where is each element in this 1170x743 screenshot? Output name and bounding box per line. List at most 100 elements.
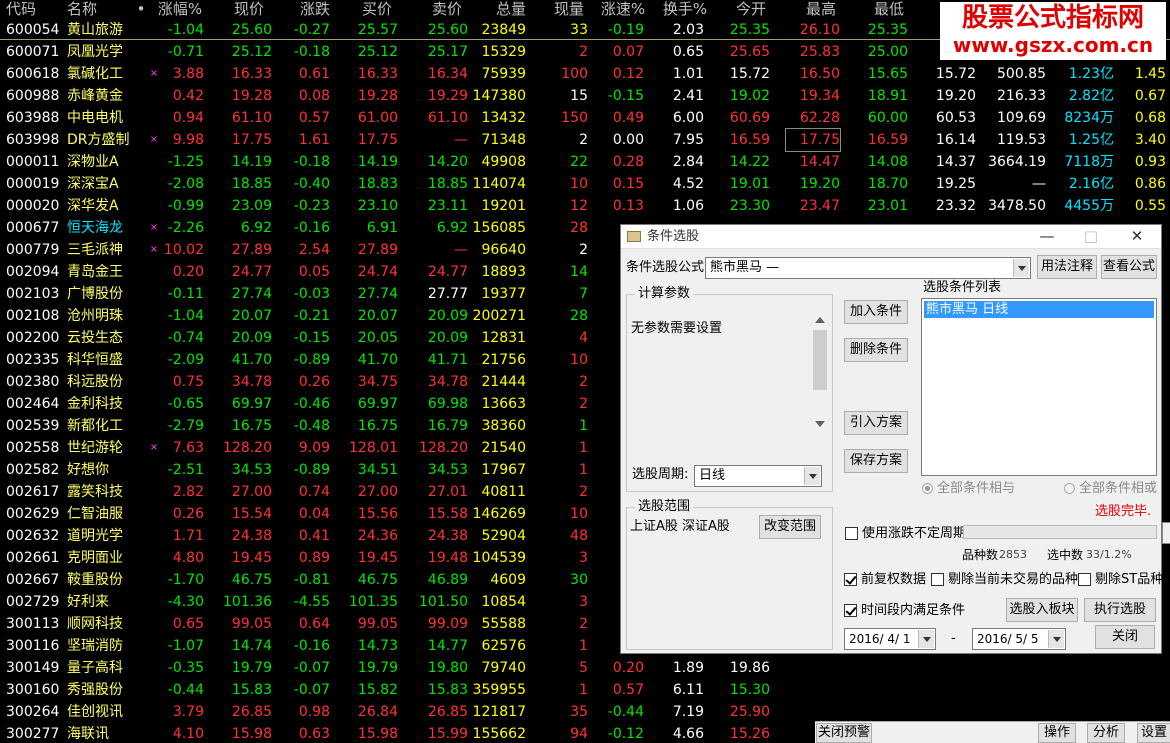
exclude-st-checkbox[interactable] [1078, 573, 1091, 586]
cell-cur: 12 [570, 198, 588, 214]
cell-name: 金利科技 [67, 396, 123, 412]
table-row[interactable]: 300160 秀强股份 -0.44 15.83 -0.07 15.82 15.83 35995… [0, 679, 1170, 701]
condition-list[interactable]: 熊市黑马 日线 [921, 298, 1157, 476]
save-plan-button[interactable]: 保存方案 [844, 449, 908, 473]
exclude-st-label: 剔除ST品种 [1095, 572, 1164, 587]
settings-button[interactable]: 设置 [1137, 723, 1170, 743]
cell-ask: — [454, 242, 468, 258]
params-scroll-thumb[interactable] [813, 330, 827, 390]
table-row[interactable]: 603988 中电电机 0.94 61.10 0.57 61.00 61.10 13432 15… [0, 107, 1170, 129]
date-to-picker[interactable]: 2016/ 5/ 5 [972, 628, 1066, 650]
cell-ask: 16.34 [427, 66, 468, 82]
cell-name: 深物业A [67, 154, 119, 170]
chevron-down-icon[interactable] [1013, 259, 1029, 277]
view-formula-button[interactable]: 查看公式 [1101, 255, 1157, 279]
cell-speed: 0.12 [612, 66, 644, 82]
cell-turn: 2.84 [672, 154, 704, 170]
header-cur-vol[interactable]: 现量 [546, 0, 592, 20]
table-row[interactable]: 600618 氯碱化工 × 3.88 16.33 0.61 16.33 16.34 75939 1… [0, 63, 1170, 85]
cell-code: 600071 [6, 44, 60, 60]
cell-change: 0.41 [298, 528, 330, 544]
table-row[interactable]: 000019 深深宝A -2.08 18.85 -0.40 18.83 18.85 11407… [0, 173, 1170, 195]
cell-change: 0.63 [298, 726, 330, 742]
table-row[interactable]: 600988 赤峰黄金 0.42 19.28 0.08 19.28 19.29 147380 1… [0, 85, 1170, 107]
cell-name: 道明光学 [67, 528, 123, 544]
header-change[interactable]: 涨跌 [288, 0, 342, 20]
header-bid[interactable]: 买价 [350, 0, 404, 20]
chevron-down-icon[interactable] [918, 630, 934, 648]
header-low[interactable]: 最低 [864, 0, 914, 20]
cell-pct: 3.79 [172, 704, 204, 720]
cell-open: 16.59 [729, 132, 770, 148]
cell-name: 露笑科技 [67, 484, 123, 500]
cell-price: 15.54 [231, 506, 272, 522]
table-row[interactable]: 000020 深华发A -0.99 23.09 -0.23 23.10 23.11 19201… [0, 195, 1170, 217]
close-button[interactable]: 关闭 [1095, 625, 1155, 649]
execute-selection-button[interactable]: 执行选股 [1084, 598, 1156, 622]
cell-code: 002103 [6, 286, 60, 302]
close-alert-button[interactable]: 关闭预警 [816, 723, 872, 743]
use-variable-period-checkbox[interactable] [845, 527, 858, 540]
dialog-titlebar[interactable]: 条件选股 — □ ✕ [621, 225, 1161, 249]
add-condition-button[interactable]: 加入条件 [844, 300, 908, 324]
change-scope-button[interactable]: 改变范围 [759, 515, 821, 539]
cell-change: -0.16 [293, 638, 330, 654]
ops-button[interactable]: 操作 [1038, 723, 1076, 743]
params-scrollbar[interactable] [812, 315, 828, 433]
cell-price: 14.74 [231, 638, 272, 654]
table-row[interactable]: 300264 佳创视讯 3.79 26.85 0.98 26.84 26.85 121817 3… [0, 701, 1170, 723]
cell-change: 0.26 [298, 374, 330, 390]
table-row[interactable]: 000011 深物业A -1.25 14.19 -0.18 14.19 14.20 49908… [0, 151, 1170, 173]
radio-or[interactable] [1064, 483, 1075, 494]
close-icon[interactable]: ✕ [1115, 225, 1159, 248]
delete-condition-button[interactable]: 删除条件 [844, 338, 908, 362]
header-pct[interactable]: 涨幅% [152, 0, 208, 20]
radio-and[interactable] [922, 483, 933, 494]
cell-price: 18.85 [231, 176, 272, 192]
chevron-down-icon[interactable] [804, 467, 820, 485]
header-high[interactable]: 最高 [796, 0, 846, 20]
header-turnover[interactable]: 换手% [658, 0, 712, 20]
header-code[interactable]: 代码 [6, 0, 56, 20]
header-price[interactable]: 现价 [222, 0, 276, 20]
import-plan-button[interactable]: 引入方案 [844, 411, 908, 435]
date-from-picker[interactable]: 2016/ 4/ 1 [844, 628, 936, 650]
time-range-checkbox[interactable] [844, 604, 857, 617]
header-volume[interactable]: 总量 [484, 0, 538, 20]
cell-cur: 35 [570, 704, 588, 720]
exclude-untraded-checkbox[interactable] [931, 573, 944, 586]
table-row[interactable]: 300149 量子高科 -0.35 19.79 -0.07 19.79 19.80 79740… [0, 657, 1170, 679]
cell-low: 16.59 [867, 132, 908, 148]
cell-low [854, 701, 908, 723]
minimize-button[interactable]: — [1025, 225, 1069, 248]
selected-label: 选中数 [1047, 548, 1084, 562]
scroll-down-icon[interactable] [815, 421, 825, 427]
chevron-down-icon[interactable] [1048, 630, 1064, 648]
analysis-button[interactable]: 分析 [1087, 723, 1125, 743]
scroll-up-icon[interactable] [815, 317, 825, 323]
usage-notes-button[interactable]: 用法注释 [1037, 255, 1097, 279]
condition-list-item[interactable]: 熊市黑马 日线 [924, 301, 1154, 318]
cell-c1: 23.32 [935, 198, 976, 214]
cell-speed: 0.00 [612, 132, 644, 148]
table-row[interactable]: 603998 DR方盛制 × 9.98 17.75 1.61 17.75—71348 2 0.0… [0, 128, 1170, 152]
cell-pct: 9.98 [172, 132, 204, 148]
header-speed[interactable]: 涨速% [596, 0, 650, 20]
side-panel-close-icon[interactable] [1162, 522, 1170, 544]
selected-value: 33/1.2% [1086, 548, 1132, 561]
cell-change: -4.55 [293, 594, 330, 610]
cell-c4: 0.93 [1134, 154, 1166, 170]
header-name[interactable]: 名称 [67, 0, 127, 20]
header-ask[interactable]: 卖价 [420, 0, 474, 20]
cell-volume: 21756 [481, 352, 526, 368]
period-select[interactable]: 日线 [694, 465, 822, 487]
maximize-button[interactable]: □ [1069, 225, 1113, 248]
cell-change: 0.08 [298, 88, 330, 104]
cell-code: 002632 [6, 528, 60, 544]
forward-adjust-checkbox[interactable] [844, 573, 857, 586]
exclude-untraded-label: 剔除当前未交易的品种 [948, 572, 1079, 587]
formula-select[interactable]: 熊市黑马 — [705, 257, 1031, 279]
cell-code: 000677 [6, 220, 60, 236]
add-to-block-button[interactable]: 选股入板块 [1006, 598, 1078, 622]
header-open[interactable]: 今开 [726, 0, 776, 20]
